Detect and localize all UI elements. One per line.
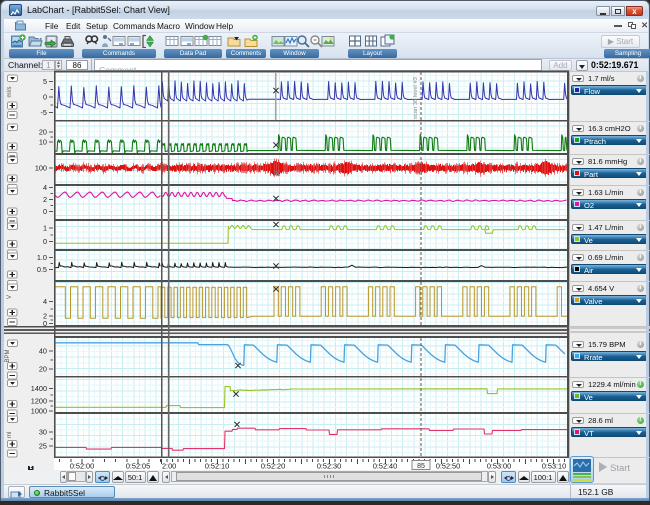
svg-text:85: 85 — [417, 463, 425, 470]
svg-text:V: V — [7, 295, 13, 299]
svg-text:1000: 1000 — [31, 407, 47, 416]
svg-text:20: 20 — [39, 365, 47, 374]
svg-text:1200: 1200 — [31, 397, 47, 406]
svg-text:20: 20 — [39, 128, 47, 137]
svg-text:4: 4 — [43, 297, 47, 306]
svg-text:scan 38 level #3: scan 38 level #3 — [413, 77, 419, 119]
svg-text:0: 0 — [43, 93, 47, 102]
svg-text:40: 40 — [39, 347, 47, 356]
svg-text:ml: ml — [7, 432, 13, 438]
svg-text:10: 10 — [39, 138, 47, 147]
svg-text:0: 0 — [43, 207, 47, 216]
svg-text:4: 4 — [43, 183, 47, 192]
svg-text:0: 0 — [43, 319, 47, 328]
svg-text:100: 100 — [35, 164, 47, 173]
svg-text:-5: -5 — [41, 108, 48, 117]
svg-text:0: 0 — [43, 237, 47, 246]
svg-text:25: 25 — [39, 442, 47, 451]
svg-text:0.5: 0.5 — [37, 265, 47, 274]
svg-text:2: 2 — [43, 195, 47, 204]
svg-text:1.0: 1.0 — [37, 253, 47, 262]
svg-text:ml/s: ml/s — [7, 87, 13, 98]
svg-text:30: 30 — [39, 428, 47, 437]
svg-text:1: 1 — [43, 224, 47, 233]
svg-text:BPM: BPM — [5, 349, 11, 362]
svg-text:1400: 1400 — [31, 384, 47, 393]
svg-text:5: 5 — [43, 77, 47, 86]
